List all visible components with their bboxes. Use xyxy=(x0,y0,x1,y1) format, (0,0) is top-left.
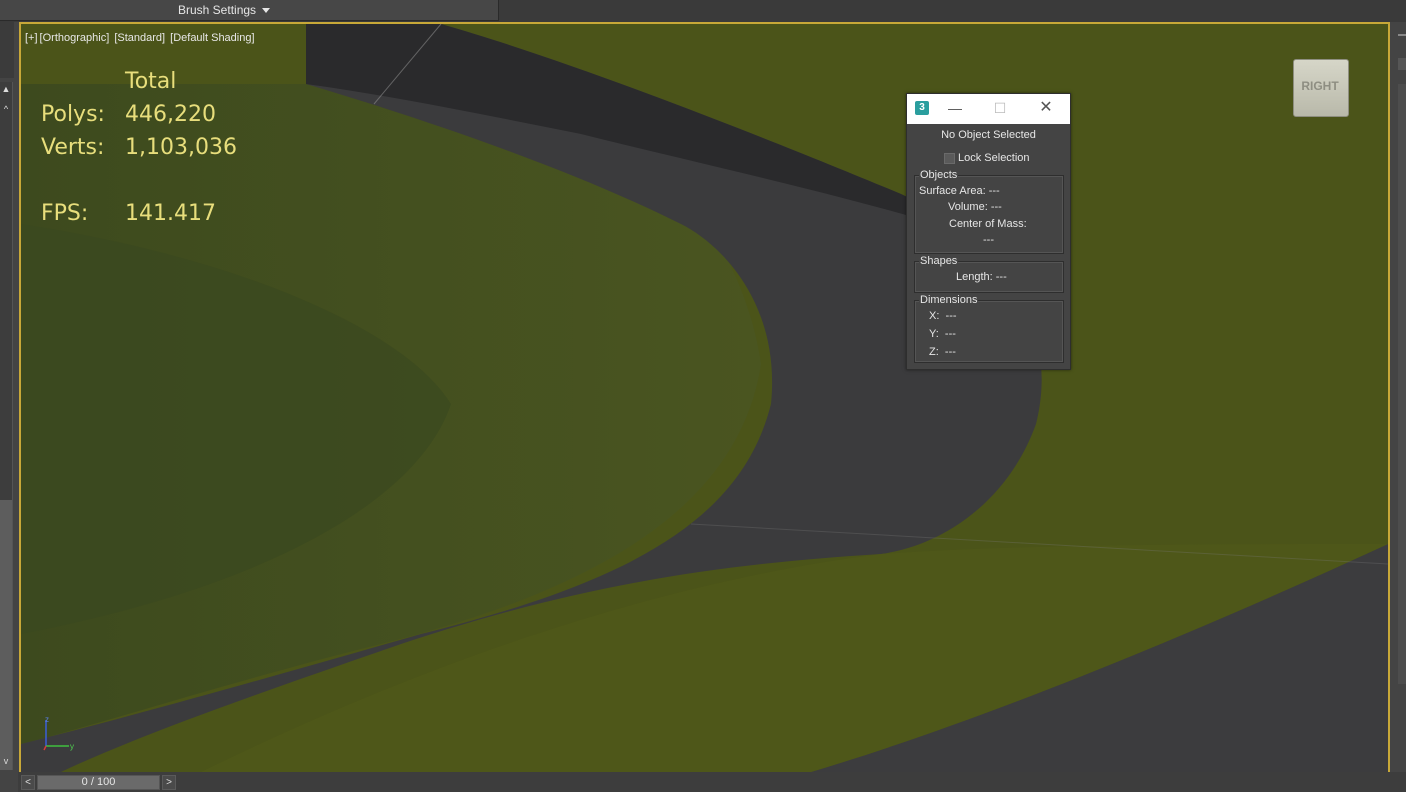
length-label: Length: xyxy=(956,271,993,283)
prev-frame-button[interactable]: < xyxy=(21,775,35,790)
brush-settings-dropdown[interactable]: Brush Settings xyxy=(178,3,271,17)
minimize-icon[interactable]: — xyxy=(943,97,967,119)
dimension-y-value: --- xyxy=(944,328,956,340)
chevron-down-icon xyxy=(262,8,271,14)
verts-label: Verts: xyxy=(41,135,105,160)
scroll-up-small-icon[interactable]: ^ xyxy=(1,104,11,114)
stats-header: Total xyxy=(125,69,177,94)
shapes-group-title: Shapes xyxy=(919,255,959,267)
dimension-x-row: X: --- xyxy=(929,310,957,322)
viewport-shading-label[interactable]: [Default Shading] xyxy=(170,32,254,44)
fps-label: FPS: xyxy=(41,201,89,226)
brush-settings-label: Brush Settings xyxy=(178,3,257,17)
length-value: --- xyxy=(995,271,1007,283)
viewport-menu-plus[interactable]: [+] xyxy=(25,32,38,44)
left-panel-header xyxy=(0,22,14,78)
surface-area-value: --- xyxy=(988,185,1000,197)
viewcube-label: RIGHT xyxy=(1301,79,1339,93)
selection-status: No Object Selected xyxy=(941,129,1036,141)
dimension-y-row: Y: --- xyxy=(929,328,956,340)
verts-value: 1,103,036 xyxy=(125,135,237,160)
time-slider[interactable]: 0 / 100 xyxy=(37,775,160,790)
right-scrollbar[interactable] xyxy=(1398,84,1406,684)
app-icon: 3 xyxy=(915,101,929,115)
volume-row: Volume: --- xyxy=(948,201,1002,213)
perspective-viewport[interactable]: [+] [Orthographic] [Standard] [Default Sh… xyxy=(19,22,1390,774)
lock-selection-checkbox[interactable]: Lock Selection xyxy=(944,152,1030,164)
scroll-down-icon[interactable]: v xyxy=(1,756,11,766)
volume-value: --- xyxy=(990,201,1002,213)
dialog-titlebar[interactable]: 3 — ☐ ✕ xyxy=(907,94,1070,124)
time-slider-bar: < 0 / 100 > xyxy=(18,772,1406,792)
shapes-group: Shapes Length: --- xyxy=(914,255,1064,293)
polys-label: Polys: xyxy=(41,102,105,127)
maximize-icon[interactable]: ☐ xyxy=(988,97,1012,119)
scroll-up-icon[interactable]: ▲ xyxy=(1,84,11,94)
right-panel-edge xyxy=(1390,22,1406,770)
polys-value: 446,220 xyxy=(125,102,216,127)
dimensions-group: Dimensions X: --- Y: --- Z: --- xyxy=(914,294,1064,363)
scrollbar-thumb[interactable] xyxy=(0,500,12,770)
left-scrollbar[interactable]: ▲ ^ v xyxy=(0,82,13,770)
top-toolbar: Brush Settings xyxy=(0,0,1406,22)
dimension-z-row: Z: --- xyxy=(929,346,956,358)
viewport-standard-label[interactable]: [Standard] xyxy=(114,32,165,44)
next-frame-button[interactable]: > xyxy=(162,775,176,790)
length-row: Length: --- xyxy=(956,271,1007,283)
dimension-z-value: --- xyxy=(944,346,956,358)
axis-z-label: z xyxy=(45,715,49,724)
checkbox[interactable] xyxy=(944,152,955,164)
dimension-z-label: Z: xyxy=(929,346,939,358)
brush-settings-panel: Brush Settings xyxy=(0,0,499,21)
dimensions-group-title: Dimensions xyxy=(919,294,979,306)
right-edge-button[interactable] xyxy=(1398,58,1406,70)
axis-gizmo-icon: z y xyxy=(43,715,74,751)
axis-y-label: y xyxy=(70,742,74,751)
surface-area-label: Surface Area: xyxy=(919,185,986,197)
center-of-mass-label: Center of Mass: xyxy=(949,218,1027,230)
fps-value: 141.417 xyxy=(125,201,216,226)
center-of-mass-value: --- xyxy=(983,234,994,246)
lock-selection-label: Lock Selection xyxy=(958,152,1030,164)
measure-dialog: 3 — ☐ ✕ No Object Selected Lock Selectio… xyxy=(906,93,1071,370)
surface-area-row: Surface Area: --- xyxy=(919,185,1000,197)
close-icon[interactable]: ✕ xyxy=(1034,97,1058,119)
objects-group: Objects Surface Area: --- Volume: --- Ce… xyxy=(914,169,1064,254)
dimension-x-label: X: xyxy=(929,310,940,322)
dimension-y-label: Y: xyxy=(929,328,939,340)
volume-label: Volume: xyxy=(948,201,988,213)
viewport-view-label[interactable]: [Orthographic] xyxy=(40,32,110,44)
objects-group-title: Objects xyxy=(919,169,959,181)
viewcube[interactable]: RIGHT xyxy=(1293,59,1349,117)
right-edge-mark xyxy=(1398,34,1406,36)
viewport-label[interactable]: [+] [Orthographic] [Standard] [Default Sh… xyxy=(25,32,257,44)
dimension-x-value: --- xyxy=(945,310,957,322)
